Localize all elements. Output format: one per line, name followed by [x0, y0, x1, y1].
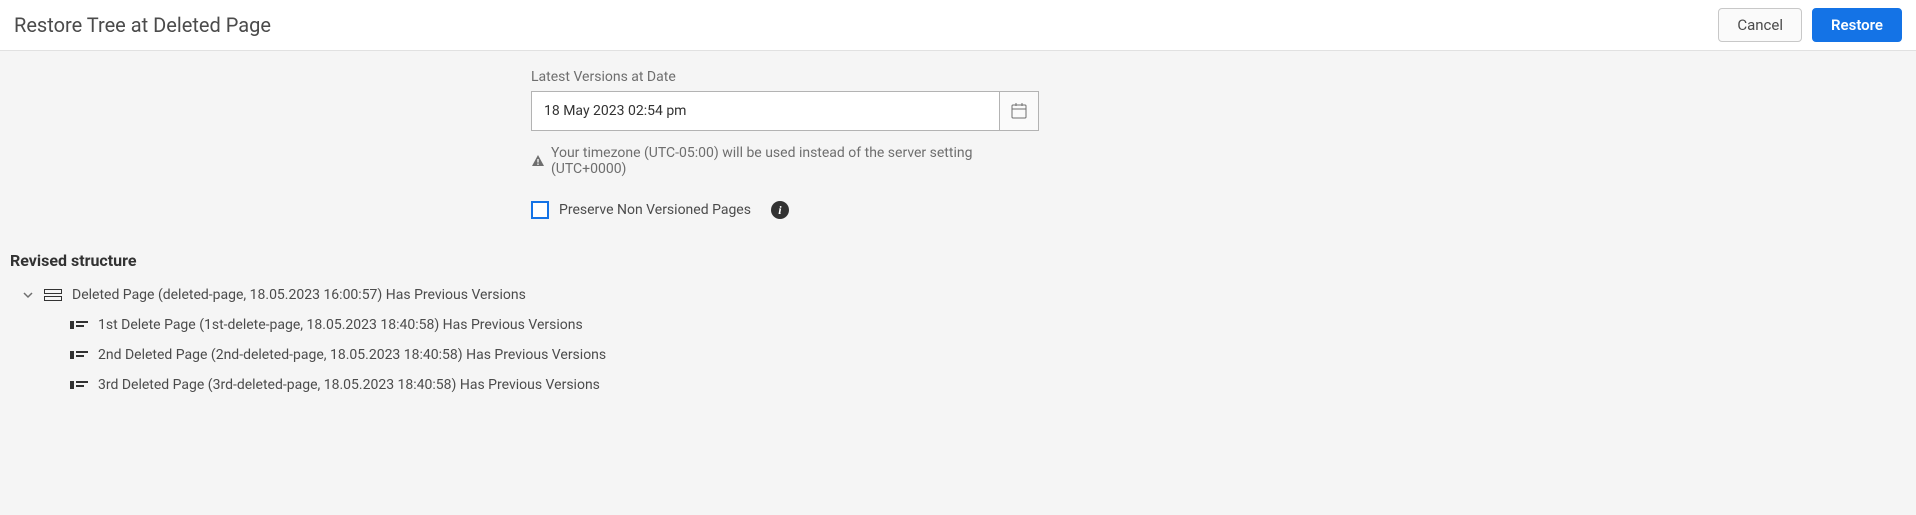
tree: Deleted Page (deleted-page, 18.05.2023 1…: [0, 280, 1916, 400]
tree-child-row[interactable]: 2nd Deleted Page (2nd-deleted-page, 18.0…: [10, 340, 1906, 370]
tree-child-label: 3rd Deleted Page (3rd-deleted-page, 18.0…: [98, 377, 600, 393]
date-input-group: [531, 91, 1039, 131]
tree-root-label: Deleted Page (deleted-page, 18.05.2023 1…: [72, 287, 526, 303]
tree-child-row[interactable]: 3rd Deleted Page (3rd-deleted-page, 18.0…: [10, 370, 1906, 400]
page-child-icon: [70, 348, 88, 362]
chevron-down-icon[interactable]: [22, 289, 34, 301]
header-actions: Cancel Restore: [1718, 8, 1902, 42]
restore-button[interactable]: Restore: [1812, 8, 1902, 42]
main-content: Latest Versions at Date: [0, 51, 1916, 515]
date-input[interactable]: [531, 91, 999, 131]
preserve-checkbox-label: Preserve Non Versioned Pages: [559, 202, 751, 218]
cancel-button[interactable]: Cancel: [1718, 8, 1802, 42]
calendar-icon: [1010, 102, 1028, 120]
page-child-icon: [70, 318, 88, 332]
page-icon: [44, 288, 62, 302]
tree-child-label: 1st Delete Page (1st-delete-page, 18.05.…: [98, 317, 583, 333]
preserve-checkbox-row: Preserve Non Versioned Pages i: [531, 201, 1051, 219]
alert-icon: [531, 154, 545, 168]
form-area: Latest Versions at Date: [531, 69, 1051, 219]
page-child-icon: [70, 378, 88, 392]
page-title: Restore Tree at Deleted Page: [14, 13, 271, 37]
preserve-checkbox[interactable]: [531, 201, 549, 219]
info-icon[interactable]: i: [771, 201, 789, 219]
timezone-note: Your timezone (UTC-05:00) will be used i…: [531, 145, 1051, 177]
tree-child-label: 2nd Deleted Page (2nd-deleted-page, 18.0…: [98, 347, 606, 363]
calendar-button[interactable]: [999, 91, 1039, 131]
header: Restore Tree at Deleted Page Cancel Rest…: [0, 0, 1916, 51]
timezone-text: Your timezone (UTC-05:00) will be used i…: [551, 145, 1051, 177]
date-field-label: Latest Versions at Date: [531, 69, 1051, 85]
section-title: Revised structure: [0, 251, 1916, 270]
tree-root-row[interactable]: Deleted Page (deleted-page, 18.05.2023 1…: [10, 280, 1906, 310]
tree-child-row[interactable]: 1st Delete Page (1st-delete-page, 18.05.…: [10, 310, 1906, 340]
